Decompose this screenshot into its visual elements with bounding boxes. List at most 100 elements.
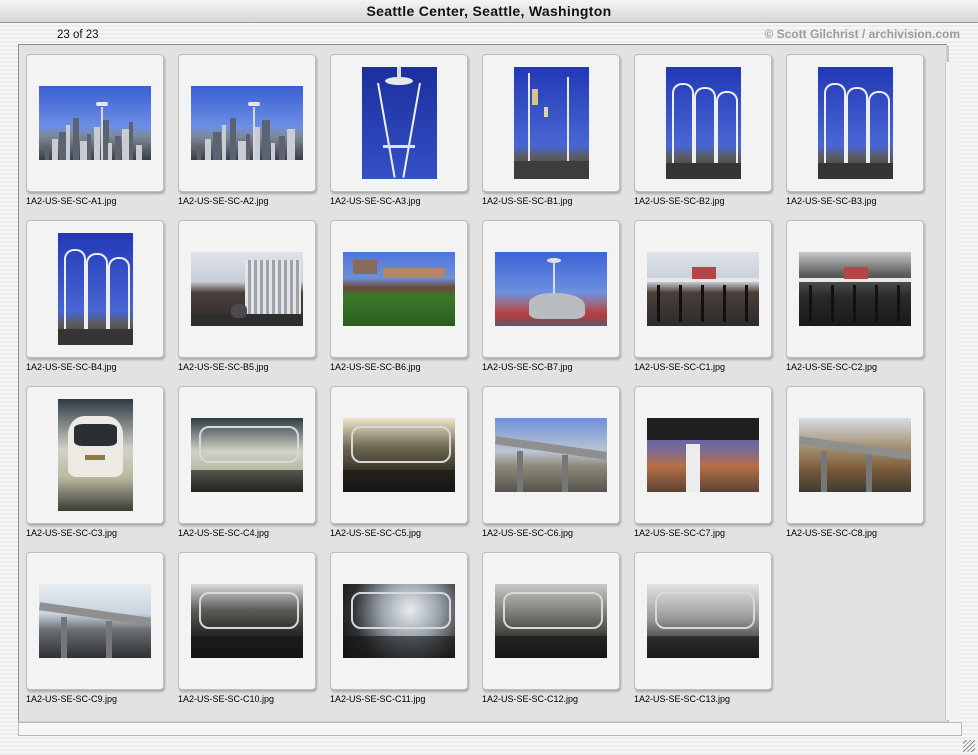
thumbnail-card[interactable] — [178, 220, 316, 358]
photo-detail — [95, 102, 108, 107]
photo-detail — [853, 285, 856, 323]
photo-detail — [278, 136, 285, 160]
thumbnail-card[interactable] — [26, 552, 164, 690]
photo-detail — [845, 87, 868, 171]
photo-detail — [197, 146, 201, 160]
photo-detail — [52, 139, 58, 160]
thumbnail-card[interactable] — [330, 552, 468, 690]
photo-detail — [231, 304, 247, 318]
resize-grip-icon[interactable] — [963, 740, 975, 752]
thumbnail-image[interactable] — [799, 418, 911, 492]
thumbnail-card[interactable] — [786, 54, 924, 192]
photo-detail — [665, 163, 741, 179]
thumbnail-card[interactable] — [634, 552, 772, 690]
photo-detail — [562, 455, 569, 492]
thumbnail-filename: 1A2-US-SE-SC-C8.jpg — [786, 528, 878, 538]
thumbnail-image[interactable] — [39, 584, 151, 658]
thumbnail-card[interactable] — [178, 54, 316, 192]
photo-detail — [63, 249, 86, 333]
thumbnail-card[interactable] — [330, 220, 468, 358]
thumbnail-image[interactable] — [361, 67, 437, 179]
photo-detail — [745, 285, 748, 323]
thumbnail-image[interactable] — [647, 252, 759, 326]
thumbnail-image[interactable] — [191, 86, 303, 160]
thumbnail-image[interactable] — [57, 399, 133, 511]
thumbnail-card[interactable] — [26, 386, 164, 524]
thumbnail-card[interactable] — [330, 386, 468, 524]
thumbnail-image[interactable] — [343, 418, 455, 492]
thumbnail-card[interactable] — [26, 54, 164, 192]
photo-detail — [528, 292, 585, 319]
thumbnail-image[interactable] — [495, 418, 607, 492]
photo-detail — [701, 285, 704, 323]
thumbnail-card[interactable] — [482, 220, 620, 358]
thumbnail-card[interactable] — [786, 220, 924, 358]
thumbnail-image[interactable] — [495, 252, 607, 326]
thumbnail-filename: 1A2-US-SE-SC-C7.jpg — [634, 528, 726, 538]
thumbnail-card[interactable] — [178, 386, 316, 524]
photo-detail — [191, 635, 303, 658]
photo-detail — [73, 423, 117, 447]
photo-detail — [686, 443, 701, 492]
thumbnail-image[interactable] — [513, 67, 589, 179]
thumbnail-image[interactable] — [39, 86, 151, 160]
window-title: Seattle Center, Seattle, Washington — [0, 0, 978, 23]
thumbnail-image[interactable] — [191, 418, 303, 492]
photo-detail — [108, 143, 112, 160]
thumbnail-image[interactable] — [647, 584, 759, 658]
photo-detail — [252, 106, 255, 160]
photo-detail — [383, 145, 415, 149]
photo-detail — [213, 132, 222, 160]
thumbnail-image[interactable] — [665, 67, 741, 179]
thumbnail-card[interactable] — [634, 386, 772, 524]
thumbnail-filename: 1A2-US-SE-SC-A3.jpg — [330, 196, 421, 206]
thumbnail-filename: 1A2-US-SE-SC-C4.jpg — [178, 528, 270, 538]
thumbnail-image[interactable] — [817, 67, 893, 179]
photo-detail — [191, 469, 303, 492]
thumbnail-filename: 1A2-US-SE-SC-C12.jpg — [482, 694, 579, 704]
thumbnail-card[interactable] — [178, 552, 316, 690]
thumbnail-image[interactable] — [343, 584, 455, 658]
photo-detail — [679, 285, 682, 323]
photo-detail — [45, 146, 49, 160]
thumbnail-filename: 1A2-US-SE-SC-C9.jpg — [26, 694, 118, 704]
thumbnail-image[interactable] — [343, 252, 455, 326]
thumbnail-card[interactable] — [26, 220, 164, 358]
thumbnail-image[interactable] — [57, 233, 133, 345]
photo-detail — [799, 436, 911, 460]
photo-detail — [87, 134, 91, 160]
thumbnail-filename: 1A2-US-SE-SC-C2.jpg — [786, 362, 878, 372]
thumbnail-filename: 1A2-US-SE-SC-B5.jpg — [178, 362, 269, 372]
vertical-scrollbar[interactable] — [945, 62, 960, 720]
photo-detail — [513, 161, 589, 179]
photo-detail — [875, 285, 878, 323]
photo-detail — [237, 141, 246, 160]
thumbnail-image[interactable] — [647, 418, 759, 492]
thumbnail-card[interactable] — [330, 54, 468, 192]
thumbnail-filename: 1A2-US-SE-SC-C11.jpg — [330, 694, 426, 704]
photo-detail — [655, 592, 755, 630]
thumbnail-filename: 1A2-US-SE-SC-B1.jpg — [482, 196, 573, 206]
photo-detail — [85, 455, 105, 460]
photo-detail — [100, 106, 103, 160]
photo-detail — [221, 125, 226, 160]
thumbnail-image[interactable] — [191, 584, 303, 658]
photo-detail — [809, 285, 812, 323]
thumbnail-filename: 1A2-US-SE-SC-B7.jpg — [482, 362, 573, 372]
thumbnail-filename: 1A2-US-SE-SC-B2.jpg — [634, 196, 725, 206]
thumbnail-card[interactable] — [482, 386, 620, 524]
photo-detail — [191, 314, 303, 326]
photo-detail — [286, 129, 295, 160]
photo-detail — [383, 268, 445, 278]
thumbnail-card[interactable] — [634, 54, 772, 192]
photo-detail — [866, 455, 873, 492]
photo-detail — [229, 118, 236, 160]
thumbnail-card[interactable] — [482, 552, 620, 690]
thumbnail-image[interactable] — [495, 584, 607, 658]
thumbnail-card[interactable] — [786, 386, 924, 524]
thumbnail-image[interactable] — [799, 252, 911, 326]
thumbnail-image[interactable] — [191, 252, 303, 326]
thumbnail-card[interactable] — [634, 220, 772, 358]
photo-detail — [353, 260, 377, 274]
thumbnail-card[interactable] — [482, 54, 620, 192]
